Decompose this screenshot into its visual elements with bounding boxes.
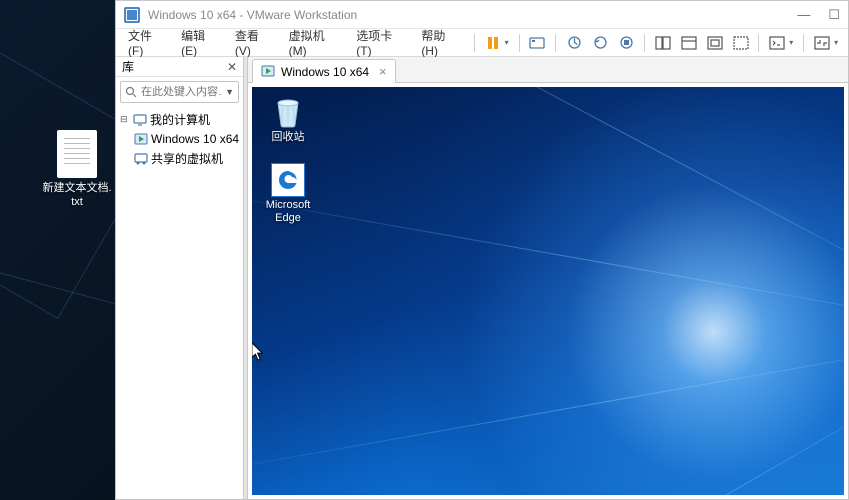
guest-icon-recycle-bin[interactable]: 回收站 [258, 95, 318, 144]
guest-desktop[interactable]: 回收站 Microsoft Edge [252, 87, 844, 495]
shared-vm-icon [134, 152, 148, 166]
workspace: 库 ✕ ▼ ⊟ 我的计算机 [116, 57, 848, 499]
exit-fullscreen-button[interactable] [810, 32, 834, 54]
revert-snapshot-button[interactable] [588, 32, 612, 54]
menu-bar: 文件(F) 编辑(E) 查看(V) 虚拟机(M) 选项卡(T) 帮助(H) ▾ [116, 29, 848, 57]
tab-strip: Windows 10 x64 × [248, 57, 848, 83]
guest-icon-label: 回收站 [258, 131, 318, 144]
host-desktop[interactable]: 新建文本文档.txt Windows 10 x64 - VMware Works… [0, 0, 849, 500]
search-dropdown[interactable]: ▼ [225, 87, 234, 97]
toolbar-separator [474, 34, 475, 52]
library-title: 库 [122, 58, 134, 75]
library-panel: 库 ✕ ▼ ⊟ 我的计算机 [116, 57, 244, 499]
vm-tab-label: Windows 10 x64 [281, 65, 369, 79]
toolbar-separator [519, 34, 520, 52]
text-file-icon [57, 130, 97, 178]
guest-icon-edge[interactable]: Microsoft Edge [258, 163, 318, 224]
tree-node-shared-vms[interactable]: 共享的虚拟机 [116, 148, 243, 169]
tree-label: 共享的虚拟机 [151, 150, 223, 167]
guest-icon-label: Microsoft Edge [258, 199, 318, 224]
expander-icon[interactable]: ⊟ [120, 114, 130, 125]
vmware-workstation-window: Windows 10 x64 - VMware Workstation — ☐ … [115, 0, 849, 500]
vm-tab-win10[interactable]: Windows 10 x64 × [252, 59, 396, 83]
search-icon [125, 86, 137, 98]
tree-label: Windows 10 x64 [151, 132, 239, 146]
menu-help[interactable]: 帮助(H) [415, 24, 467, 61]
host-desktop-file-label: 新建文本文档.txt [42, 182, 112, 210]
recycle-bin-icon [271, 95, 305, 129]
toolbar-separator [803, 34, 804, 52]
exit-dropdown[interactable]: ▾ [834, 38, 842, 47]
maximize-button[interactable]: ☐ [828, 7, 840, 23]
vm-area: Windows 10 x64 × [248, 57, 848, 499]
window-title: Windows 10 x64 - VMware Workstation [148, 8, 797, 22]
menu-tabs[interactable]: 选项卡(T) [350, 24, 413, 61]
send-cad-button[interactable] [526, 32, 550, 54]
toolbar-separator [644, 34, 645, 52]
pause-button[interactable] [481, 32, 505, 54]
vmware-logo-icon [124, 7, 140, 23]
stretch-button[interactable] [729, 32, 753, 54]
vm-running-icon [261, 65, 275, 79]
menu-view[interactable]: 查看(V) [229, 24, 281, 61]
toolbar-separator [555, 34, 556, 52]
tree-node-my-computer[interactable]: ⊟ 我的计算机 [116, 109, 243, 130]
tree-node-vm-win10[interactable]: Windows 10 x64 [116, 130, 243, 148]
tab-close-button[interactable]: × [379, 64, 387, 79]
console-view-button[interactable] [677, 32, 701, 54]
monitor-icon [133, 113, 147, 127]
menu-vm[interactable]: 虚拟机(M) [283, 24, 349, 61]
command-prompt-button[interactable] [765, 32, 789, 54]
library-search-input[interactable] [141, 86, 221, 98]
minimize-button[interactable]: — [797, 7, 810, 23]
edge-icon [271, 163, 305, 197]
library-tree: ⊟ 我的计算机 Windows 10 x64 [116, 107, 243, 171]
library-header: 库 ✕ [116, 57, 243, 77]
menu-edit[interactable]: 编辑(E) [175, 24, 227, 61]
menu-file[interactable]: 文件(F) [122, 24, 173, 61]
window-controls: — ☐ [797, 7, 840, 23]
host-desktop-file-icon[interactable]: 新建文本文档.txt [42, 130, 112, 210]
vm-viewport: 回收站 Microsoft Edge [248, 83, 848, 499]
toolbar-separator [758, 34, 759, 52]
vm-running-icon [134, 132, 148, 146]
cmd-dropdown[interactable]: ▾ [789, 38, 797, 47]
power-dropdown[interactable]: ▾ [505, 38, 513, 47]
snapshot-manager-button[interactable] [614, 32, 638, 54]
guest-wallpaper-rays [252, 87, 844, 495]
unity-button[interactable] [651, 32, 675, 54]
tree-label: 我的计算机 [150, 111, 210, 128]
library-close-button[interactable]: ✕ [227, 60, 237, 74]
fullscreen-button[interactable] [703, 32, 727, 54]
snapshot-button[interactable] [562, 32, 586, 54]
library-search[interactable]: ▼ [120, 81, 239, 103]
